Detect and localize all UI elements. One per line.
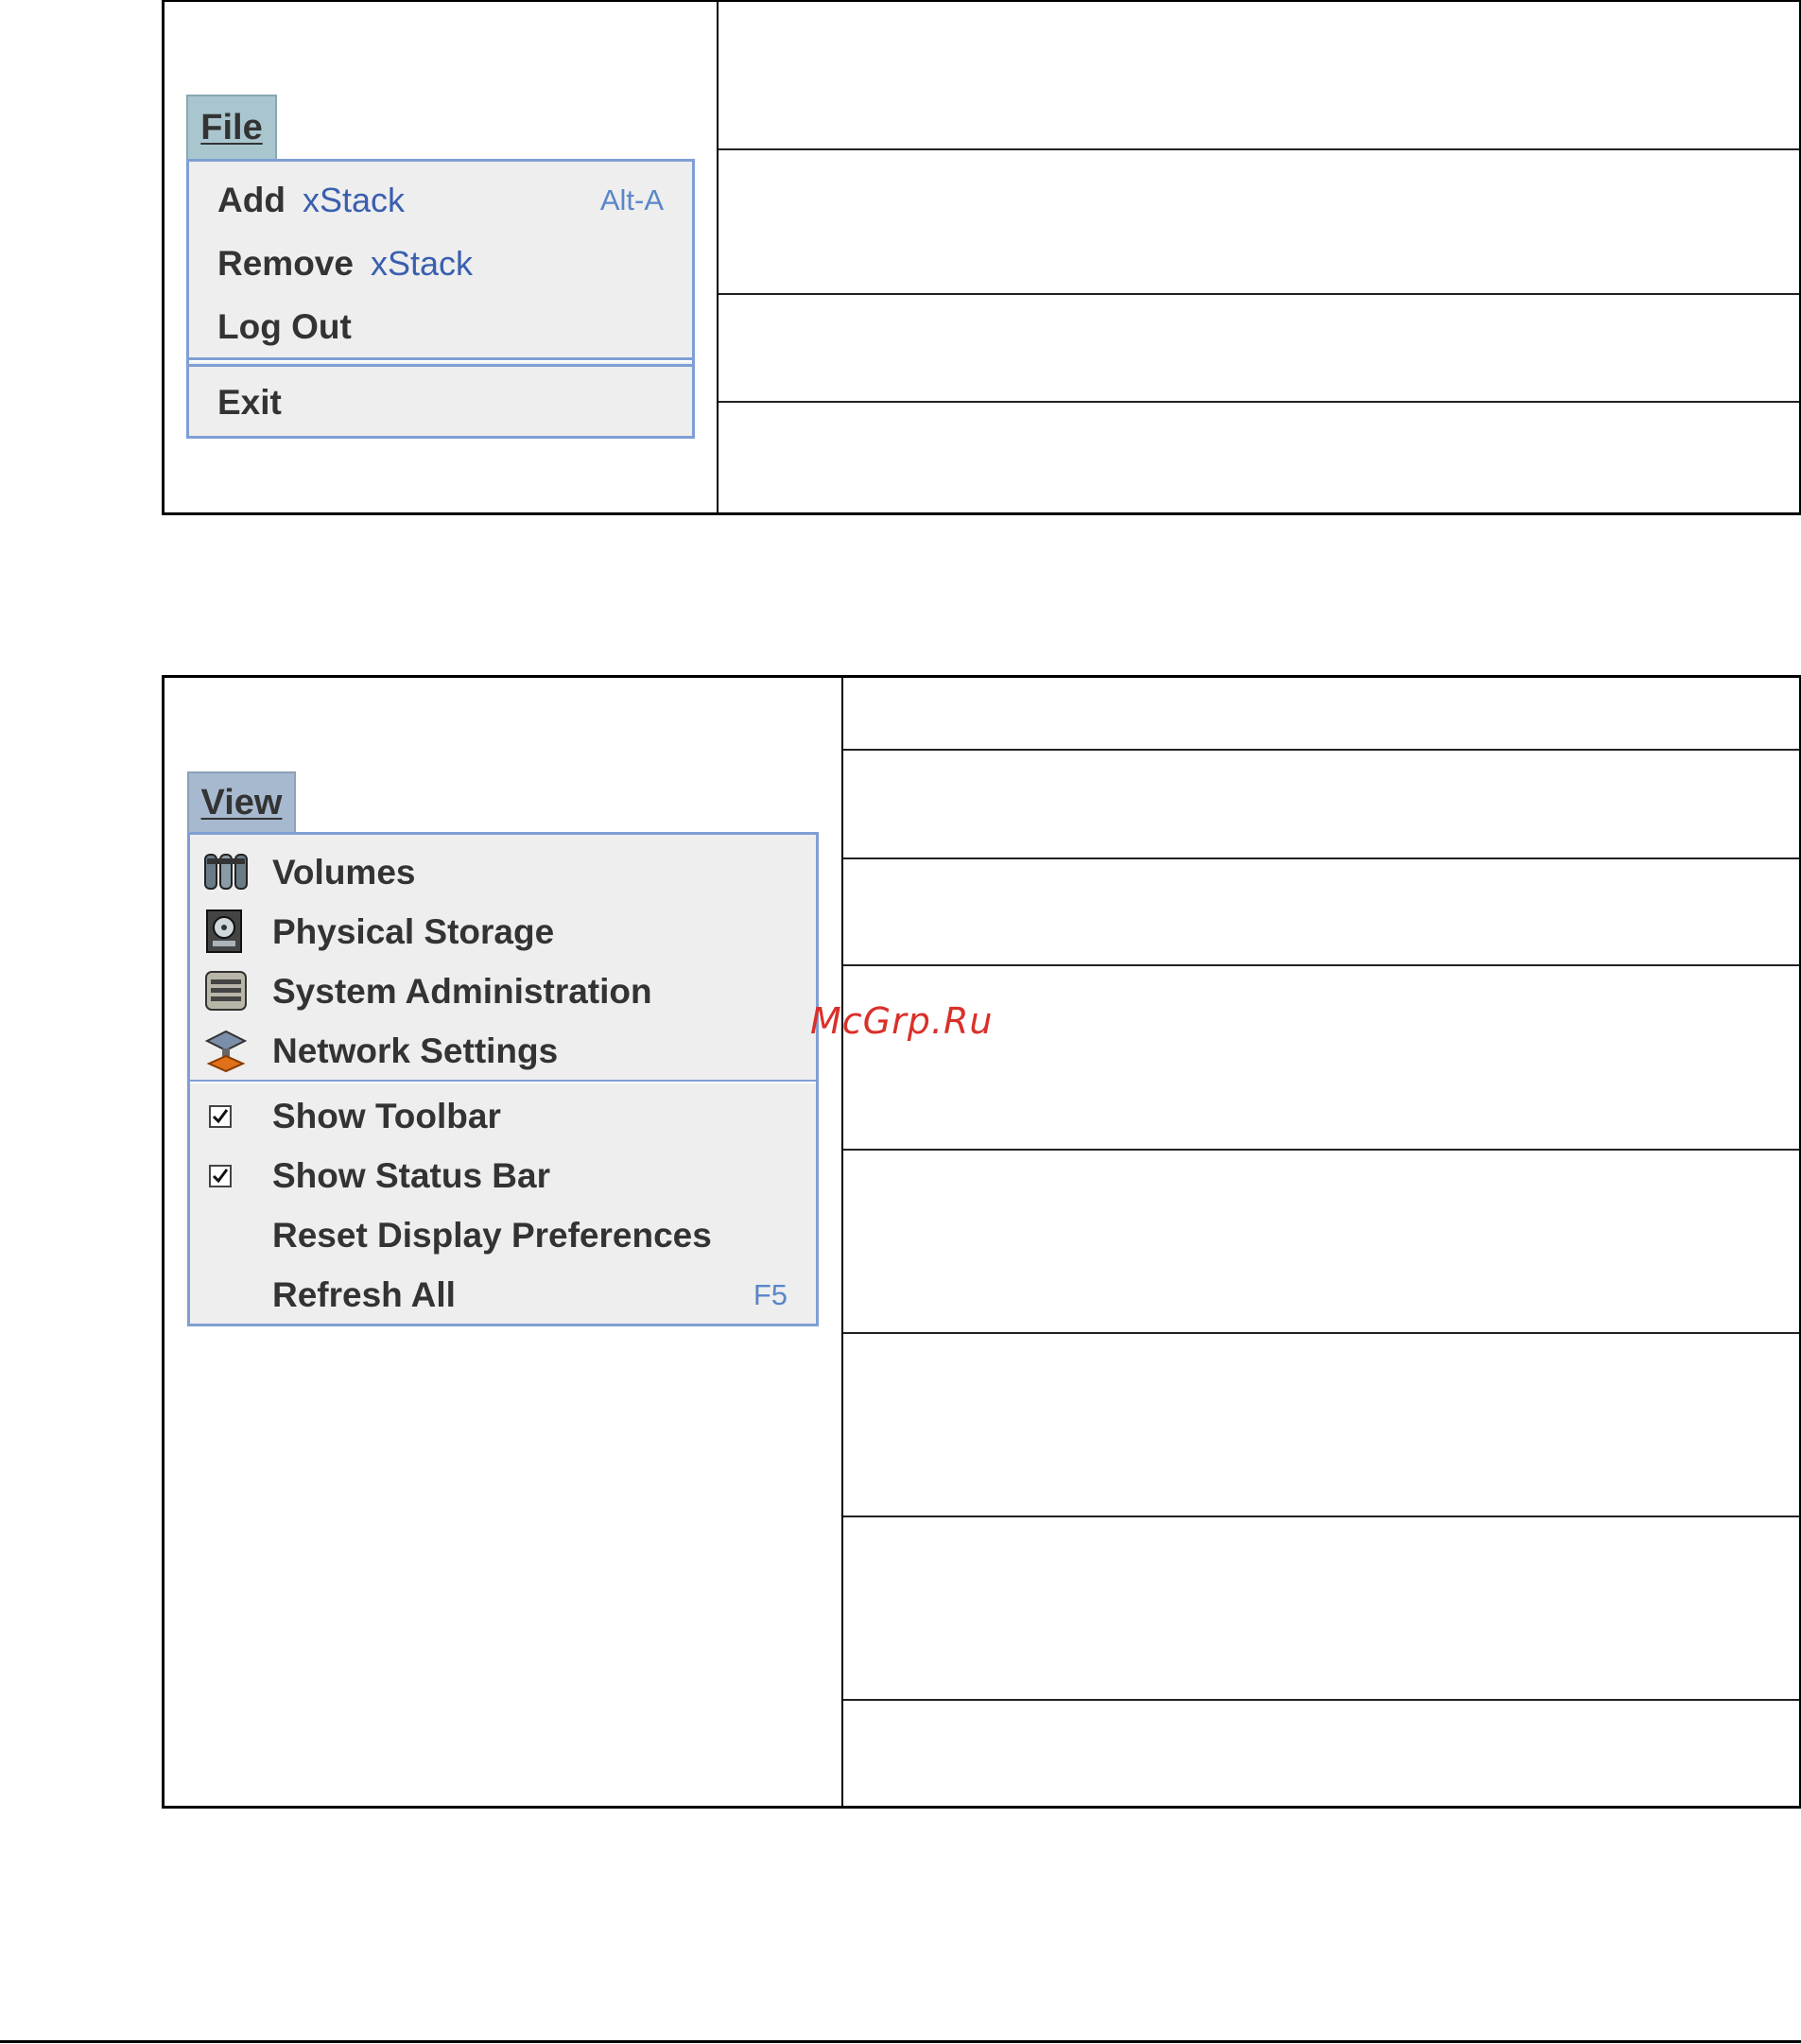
watermark: McGrp.Ru <box>810 1000 994 1042</box>
menu-item-network-settings[interactable]: Network Settings <box>190 1022 816 1081</box>
menu-item-label: Refresh All <box>272 1275 456 1314</box>
row-divider <box>843 749 1799 751</box>
hard-drive-icon <box>206 909 242 953</box>
menu-item-label: Exit <box>217 383 282 422</box>
menu-item-sublabel: xStack <box>370 244 473 283</box>
menu-item-reset-display-preferences[interactable]: Reset Display Preferences <box>190 1206 816 1265</box>
menu-item-label: Log Out <box>217 307 352 346</box>
menu-item-label: Reset Display Preferences <box>272 1216 712 1255</box>
view-menu-table: View Volumes Physical Storage System Adm… <box>162 675 1801 1809</box>
file-menu-header-label: File <box>200 107 263 147</box>
checkbox[interactable] <box>209 1105 232 1128</box>
menu-item-label: Add <box>217 181 286 219</box>
menu-item-system-administration[interactable]: System Administration <box>190 962 816 1021</box>
network-icon <box>204 1030 248 1073</box>
view-menu-dropdown: Volumes Physical Storage System Administ… <box>187 832 819 1326</box>
menu-item-show-status-bar[interactable]: Show Status Bar <box>190 1147 816 1205</box>
menu-item-accelerator: F5 <box>753 1278 788 1311</box>
checkmark-icon <box>212 1109 229 1124</box>
row-divider <box>843 1516 1799 1517</box>
menu-item-sublabel: xStack <box>302 181 405 219</box>
row-divider <box>843 1699 1799 1701</box>
menu-item-label: Show Status Bar <box>272 1156 550 1195</box>
menu-item-refresh-all[interactable]: Refresh All F5 <box>190 1266 816 1325</box>
row-divider <box>843 1332 1799 1334</box>
file-menu-header[interactable]: File <box>186 95 277 159</box>
menu-item-label: Show Toolbar <box>272 1097 501 1135</box>
menu-item-label: System Administration <box>272 972 652 1011</box>
column-divider <box>717 2 719 512</box>
menu-item-remove-xstack[interactable]: Remove xStack <box>189 234 692 293</box>
menu-item-exit[interactable]: Exit <box>189 373 692 432</box>
menu-item-label: Physical Storage <box>272 912 555 951</box>
menu-item-label: Network Settings <box>272 1031 559 1070</box>
view-menu-header[interactable]: View <box>187 771 296 832</box>
view-menu-header-label: View <box>200 782 283 823</box>
server-icon <box>205 971 247 1011</box>
menu-item-label: Volumes <box>272 853 416 892</box>
menu-item-label: Remove <box>217 244 354 283</box>
menu-item-volumes[interactable]: Volumes <box>190 843 816 902</box>
file-menu-table: File Add xStack Alt-A Remove xStack Log … <box>162 0 1801 515</box>
row-divider <box>719 401 1799 403</box>
checkbox[interactable] <box>209 1165 232 1187</box>
menu-item-physical-storage[interactable]: Physical Storage <box>190 903 816 961</box>
menu-item-log-out[interactable]: Log Out <box>189 298 692 356</box>
page-footer-rule <box>0 2040 1801 2043</box>
menu-separator-highlight <box>190 1082 816 1083</box>
file-menu-dropdown: Add xStack Alt-A Remove xStack Log Out E… <box>186 159 695 439</box>
row-divider <box>843 857 1799 859</box>
row-divider <box>843 1149 1799 1151</box>
menu-separator <box>189 364 692 367</box>
row-divider <box>719 148 1799 150</box>
menu-separator-highlight <box>189 360 692 362</box>
menu-item-accelerator: Alt-A <box>599 183 664 217</box>
column-divider <box>841 678 843 1806</box>
menu-item-add-xstack[interactable]: Add xStack Alt-A <box>189 171 692 230</box>
row-divider <box>719 293 1799 295</box>
menu-item-show-toolbar[interactable]: Show Toolbar <box>190 1087 816 1146</box>
checkmark-icon <box>212 1169 229 1184</box>
volumes-icon <box>204 854 248 890</box>
row-divider <box>843 964 1799 966</box>
